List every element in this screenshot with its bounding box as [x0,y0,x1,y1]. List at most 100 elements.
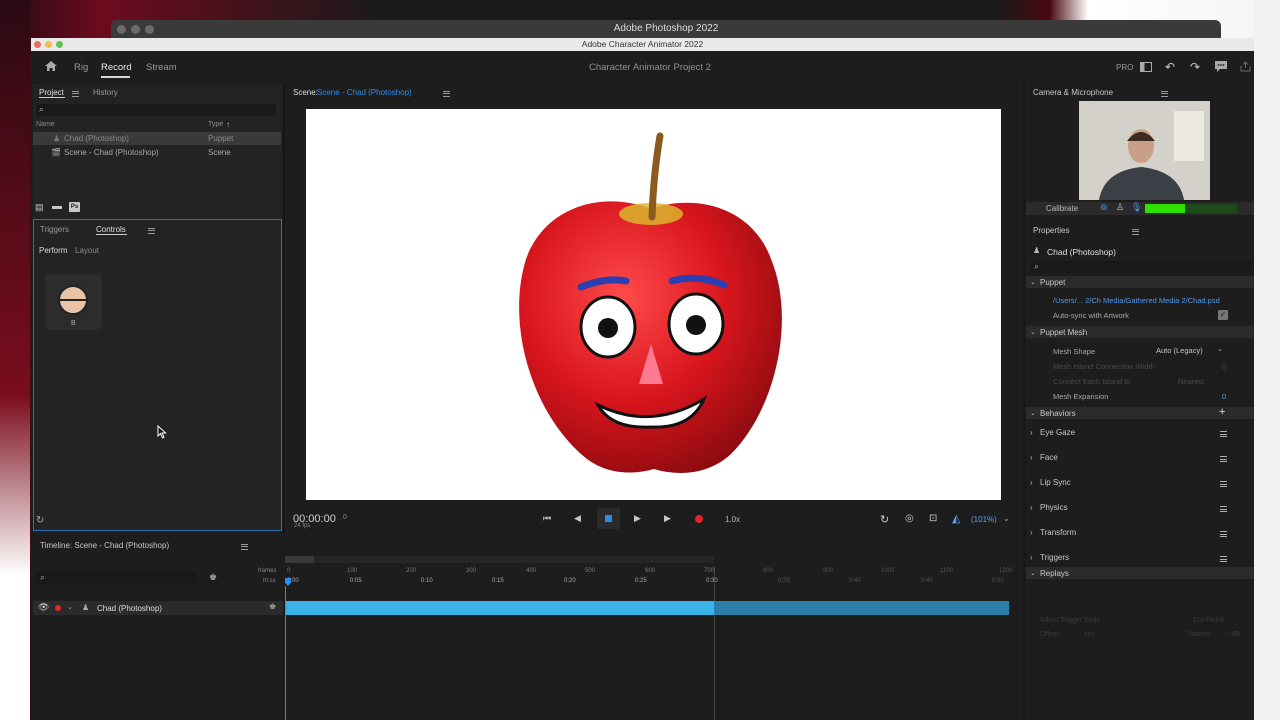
panel-layout-icon[interactable] [1140,62,1152,72]
play-icon[interactable]: ▶ [634,513,641,524]
calibrate-button[interactable]: Calibrate [1046,204,1078,213]
behavior-menu-icon[interactable] [1220,456,1227,462]
track-bar[interactable] [286,601,714,615]
behavior-row-physics[interactable]: › Physics [1026,496,1254,520]
tab-stream[interactable]: Stream [146,62,177,73]
share-icon[interactable] [1240,61,1251,72]
divider[interactable] [283,84,285,534]
puppet-filter-icon[interactable]: ♚ [209,572,217,583]
mesh-expansion-value[interactable]: 0 [1222,392,1226,401]
stop-button[interactable] [597,508,620,529]
loop-icon[interactable]: ↻ [880,513,889,526]
new-scene-icon[interactable]: ▤ [35,202,44,213]
feedback-icon[interactable] [1215,61,1227,72]
scene-canvas[interactable] [306,109,1001,500]
psd-path-link[interactable]: /Users/... 2/Ch Media/Gathered Media 2/C… [1053,296,1220,305]
ps-close-light[interactable] [117,25,126,34]
subtab-layout[interactable]: Layout [75,246,99,255]
chevron-right-icon: › [1030,478,1033,487]
photoshop-icon[interactable]: Ps [69,202,80,212]
step-back-icon[interactable]: ◀︎ [574,513,581,524]
ps-zoom-light[interactable] [145,25,154,34]
timeline-scrollbar[interactable] [314,556,714,563]
scene-view-icon[interactable]: ◭ [952,512,960,525]
track-puppet-icon[interactable]: ♚ [269,602,276,611]
chevron-down-icon[interactable]: ⌄ [67,603,73,611]
behavior-row-transform[interactable]: › Transform [1026,521,1254,545]
record-button[interactable] [695,515,703,523]
control-button[interactable]: B [45,274,102,330]
track-bar-extended[interactable] [714,601,1009,615]
zoom-chevron-icon[interactable]: ⌄ [1003,514,1010,523]
mesh-shape-select[interactable]: Auto (Legacy) [1156,346,1203,355]
visibility-eye-icon[interactable]: 👁 [38,602,49,613]
behavior-row-lip-sync[interactable]: › Lip Sync [1026,471,1254,495]
subtab-perform[interactable]: Perform [39,246,67,255]
tab-rig[interactable]: Rig [74,62,88,73]
step-forward-icon[interactable]: ▶︎ [664,513,671,524]
mesh-expansion-label: Mesh Expansion [1053,392,1109,401]
behavior-menu-icon[interactable] [1220,531,1227,537]
tab-history[interactable]: History [93,88,118,97]
zoom-level[interactable]: (101%) [971,515,997,524]
auto-sync-checkbox[interactable]: ✓ [1218,310,1228,320]
behavior-menu-icon[interactable] [1220,556,1227,562]
controls-menu-icon[interactable] [148,227,156,234]
time-tick-label: 0:10 [421,578,433,584]
tab-record[interactable]: Record [101,62,132,73]
timeline-scroll-thumb[interactable] [285,556,314,563]
photoshop-title-bar[interactable]: Adobe Photoshop 2022 [111,20,1221,38]
behavior-menu-icon[interactable] [1220,431,1227,437]
scene-name[interactable]: Scene - Chad (Photoshop) [317,88,412,97]
table-row[interactable]: 🎬 Scene - Chad (Photoshop) Scene [33,146,281,159]
track-arm-record-icon[interactable] [55,605,61,611]
track-header[interactable]: 👁 ⌄ ♟ Chad (Photoshop) ♚ [33,601,283,615]
frame-tick-label: 1100 [940,568,953,574]
chevron-down-icon: ⌄ [1217,346,1223,353]
timeline-menu-icon[interactable] [241,543,249,550]
undo-icon[interactable]: ↶ [1165,60,1175,74]
zoom-light[interactable] [56,41,63,48]
behavior-menu-icon[interactable] [1220,506,1227,512]
properties-search-input[interactable] [1030,261,1252,273]
scene-menu-icon[interactable] [443,90,451,97]
divider[interactable] [1023,84,1025,720]
add-behavior-icon[interactable]: + [1219,406,1225,418]
ps-minimize-light[interactable] [131,25,140,34]
tab-controls[interactable]: Controls [96,225,126,234]
folder-icon[interactable]: ▬ [52,201,62,212]
column-name-header[interactable]: Name [36,121,55,128]
window-title-bar[interactable]: Adobe Character Animator 2022 [31,38,1254,51]
table-row-selected[interactable]: ♟ Chad (Photoshop) Puppet [33,132,281,145]
behavior-menu-icon[interactable] [1220,481,1227,487]
row-type: Scene [208,148,231,157]
chevron-down-icon: ⌄ [1030,329,1036,336]
close-light[interactable] [34,41,41,48]
time-ruler[interactable]: 0 100 200 300 400 500 600 700 800 900 10… [285,566,1012,590]
tab-project[interactable]: Project [39,88,64,97]
camera-menu-icon[interactable] [1160,90,1168,97]
properties-menu-icon[interactable] [1131,228,1139,235]
behavior-row-eye-gaze[interactable]: › Eye Gaze [1026,421,1254,445]
playback-speed[interactable]: 1.0x [725,515,740,524]
camera-icon[interactable]: ⊚ [1100,202,1108,213]
column-type-header[interactable]: Type [208,121,223,128]
minimize-light[interactable] [45,41,52,48]
microphone-icon[interactable]: 🎙 [1131,202,1142,213]
timeline-search-input[interactable] [36,572,196,584]
project-search-input[interactable] [36,104,276,116]
tab-triggers[interactable]: Triggers [40,225,69,234]
stream-icon[interactable]: ⊡ [929,513,937,524]
search-icon: ⌕ [1034,261,1040,271]
project-menu-icon[interactable] [72,90,79,97]
behavior-row-face[interactable]: › Face [1026,446,1254,470]
puppet-icon: ♟ [53,134,61,143]
pro-mode-label[interactable]: PRO [1116,63,1133,72]
redo-icon[interactable]: ↷ [1190,60,1200,74]
face-tracking-icon[interactable]: ◎ [905,513,914,524]
refresh-icon[interactable]: ↻ [36,515,44,526]
controls-tab-underline [96,234,127,235]
go-to-start-icon[interactable]: ⏮ [543,513,551,524]
home-icon[interactable] [44,60,58,72]
body-tracking-icon[interactable]: ♙ [1116,202,1124,213]
